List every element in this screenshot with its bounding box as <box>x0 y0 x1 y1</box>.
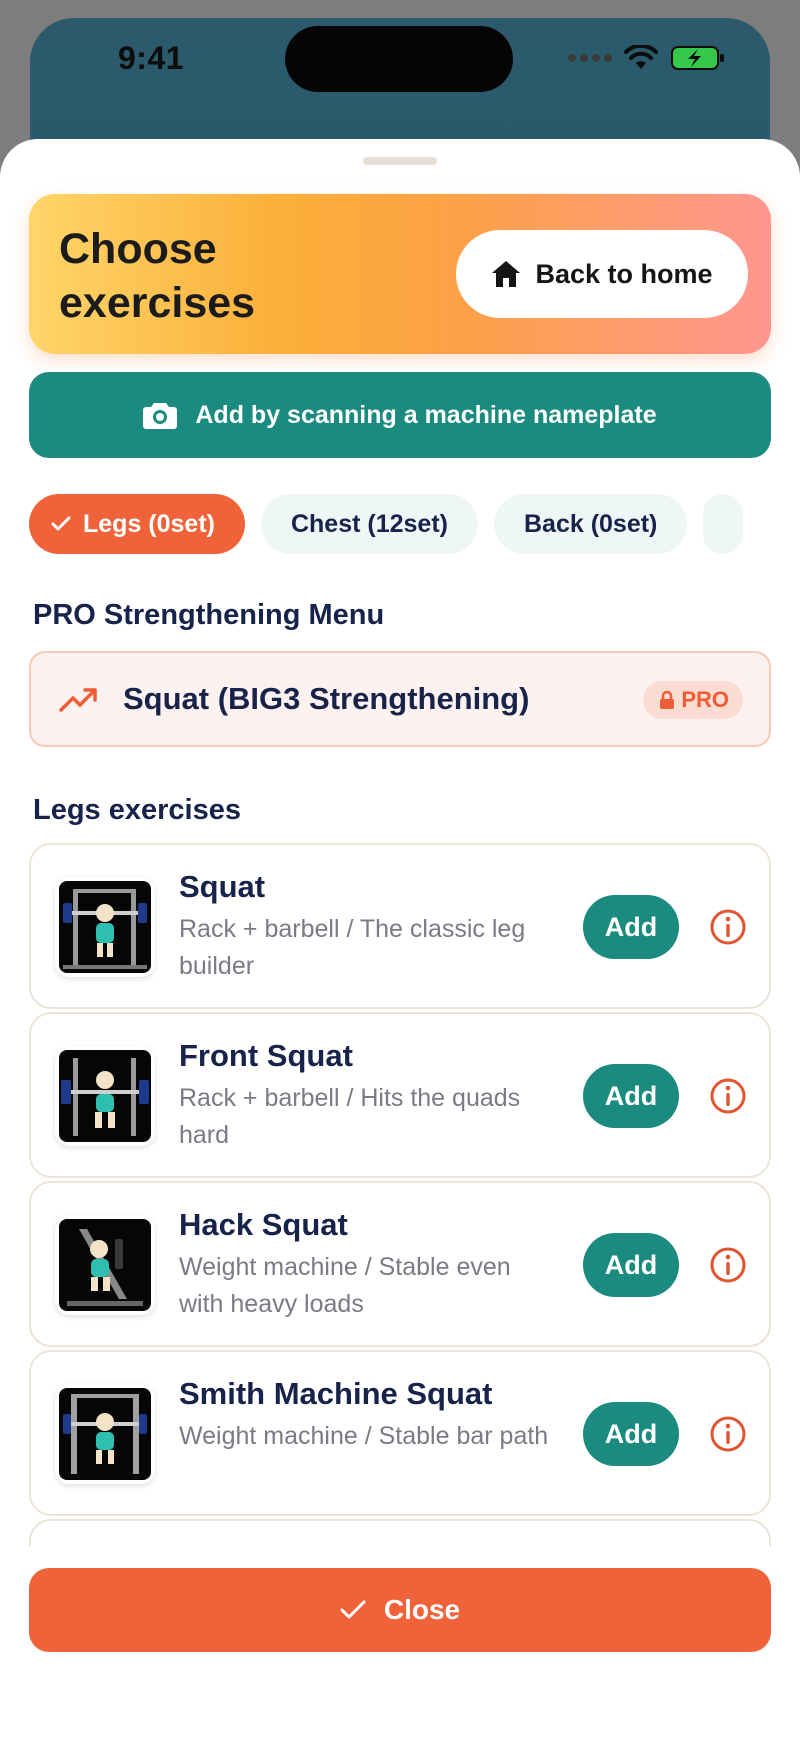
front-squat-illustration <box>61 1058 149 1136</box>
cellular-signal-icon <box>568 54 612 62</box>
exercise-thumbnail <box>55 1046 155 1146</box>
status-icons <box>568 44 726 72</box>
exercise-description: Rack + barbell / The classic leg builder <box>179 915 526 980</box>
exercise-thumbnail <box>55 1215 155 1315</box>
exercise-description: Weight machine / Stable bar path <box>179 1422 549 1450</box>
exercise-card-smith-machine-squat[interactable]: Smith Machine Squat Weight machine / Sta… <box>29 1350 771 1516</box>
info-icon[interactable] <box>709 1246 747 1284</box>
pro-badge-label: PRO <box>681 687 729 712</box>
status-time: 9:41 <box>118 40 185 76</box>
trending-up-icon <box>59 688 97 712</box>
exercise-card-hack-squat[interactable]: Hack Squat Weight machine / Stable even … <box>29 1181 771 1347</box>
header-card: Choose exercises Back to home <box>29 194 771 354</box>
exercise-description: Rack + barbell / Hits the quads hard <box>179 1084 521 1149</box>
exercise-card-squat[interactable]: Squat Rack + barbell / The classic leg b… <box>29 843 771 1009</box>
battery-charging-icon <box>671 46 724 70</box>
sheet-grabber[interactable] <box>363 157 437 165</box>
info-icon[interactable] <box>709 1415 747 1453</box>
close-label: Close <box>383 1594 461 1625</box>
exercise-description: Weight machine / Stable even with heavy … <box>179 1253 511 1318</box>
exercise-card-front-squat[interactable]: Front Squat Rack + barbell / Hits the qu… <box>29 1012 771 1178</box>
exercise-card-next[interactable] <box>29 1519 771 1546</box>
back-to-home-button[interactable]: Back to home <box>456 230 748 318</box>
add-button[interactable]: Add <box>583 1064 679 1128</box>
tab-legs-label: Legs (0set) <box>83 509 215 538</box>
page-title: Choose exercises <box>59 225 256 327</box>
wifi-icon <box>624 45 658 69</box>
pro-item-name: Squat (BIG3 Strengthening) <box>123 681 530 716</box>
close-button[interactable]: Close <box>29 1568 771 1652</box>
pro-menu-item[interactable]: Squat (BIG3 Strengthening) PRO <box>29 651 771 747</box>
exercise-list[interactable]: Squat Rack + barbell / The classic leg b… <box>0 843 800 1546</box>
pro-badge: PRO <box>643 681 743 719</box>
exercise-name: Squat <box>179 869 266 904</box>
hack-squat-machine-illustration <box>67 1229 143 1306</box>
camera-icon <box>143 403 178 429</box>
exercise-section-title: Legs exercises <box>33 794 241 826</box>
tab-chest[interactable]: Chest (12set) <box>260 494 478 554</box>
add-button[interactable]: Add <box>583 895 679 959</box>
smith-machine-illustration <box>63 1394 147 1474</box>
body-part-tabs: Legs (0set) Chest (12set) Back (0set) <box>29 494 800 554</box>
status-bar: 9:41 <box>30 18 770 118</box>
exercise-name: Hack Squat <box>179 1207 348 1242</box>
scan-nameplate-button[interactable]: Add by scanning a machine nameplate <box>29 372 771 458</box>
exercise-picker-sheet: Choose exercises Back to home Add by sca… <box>0 139 800 1738</box>
tab-back[interactable]: Back (0set) <box>493 494 688 554</box>
pro-section-title: PRO Strengthening Menu <box>33 599 385 631</box>
tab-chest-label: Chest (12set) <box>290 509 448 538</box>
tab-back-label: Back (0set) <box>523 509 658 538</box>
add-button[interactable]: Add <box>583 1233 679 1297</box>
lock-icon <box>660 690 675 709</box>
squat-rack-illustration <box>63 889 147 969</box>
check-icon <box>51 516 71 531</box>
check-icon <box>340 1600 366 1619</box>
tab-more[interactable] <box>703 494 744 554</box>
tab-legs[interactable]: Legs (0set) <box>29 494 245 554</box>
exercise-name: Front Squat <box>179 1038 353 1073</box>
info-icon[interactable] <box>709 1077 747 1115</box>
exercise-thumbnail <box>55 1384 155 1484</box>
exercise-name: Smith Machine Squat <box>179 1376 493 1411</box>
back-to-home-label: Back to home <box>535 258 713 289</box>
scan-nameplate-label: Add by scanning a machine nameplate <box>195 400 657 429</box>
info-icon[interactable] <box>709 908 747 946</box>
home-icon <box>492 261 521 287</box>
add-button[interactable]: Add <box>583 1402 679 1466</box>
exercise-thumbnail <box>55 877 155 977</box>
dynamic-island <box>285 26 513 92</box>
